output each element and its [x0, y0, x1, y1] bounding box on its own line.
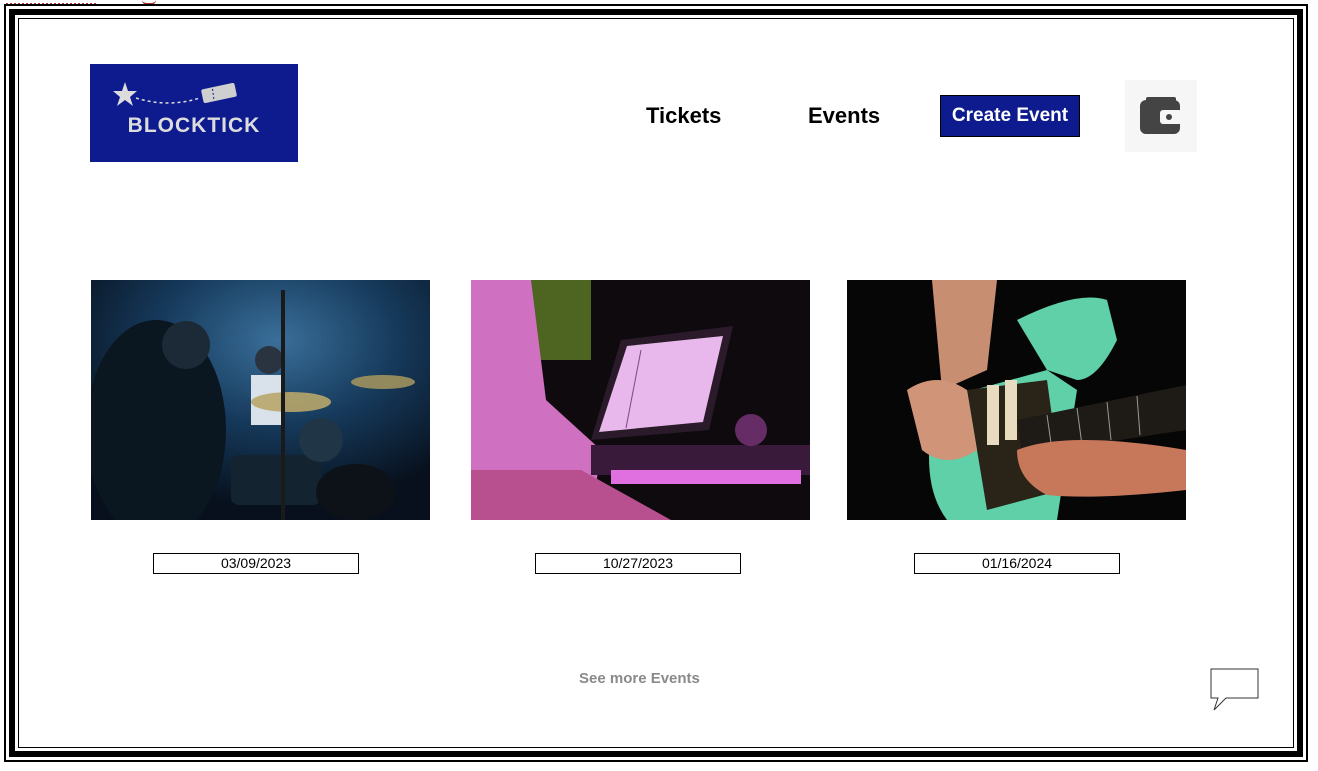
wallet-button[interactable] — [1125, 80, 1197, 152]
event-card-image[interactable] — [847, 280, 1186, 520]
create-event-button[interactable]: Create Event — [940, 95, 1080, 137]
brand-name: BLOCKTICK — [127, 114, 261, 137]
brand-logo[interactable]: BLOCKTICK — [90, 64, 298, 162]
star-ticket-icon — [113, 82, 237, 106]
keyboard-player-photo — [471, 280, 810, 520]
drummer-concert-photo — [91, 280, 430, 520]
event-date: 10/27/2023 — [535, 553, 741, 574]
event-date: 03/09/2023 — [153, 553, 359, 574]
event-card-image[interactable] — [471, 280, 810, 520]
event-date: 01/16/2024 — [914, 553, 1120, 574]
guitarist-photo — [847, 280, 1186, 520]
nav-tickets[interactable]: Tickets — [646, 103, 721, 129]
chat-button[interactable] — [1210, 668, 1260, 717]
see-more-events-link[interactable]: See more Events — [579, 670, 700, 687]
wallet-icon — [1140, 97, 1182, 134]
nav-events[interactable]: Events — [808, 103, 880, 129]
speech-bubble-icon — [1210, 668, 1259, 711]
event-card-image[interactable] — [91, 280, 430, 520]
